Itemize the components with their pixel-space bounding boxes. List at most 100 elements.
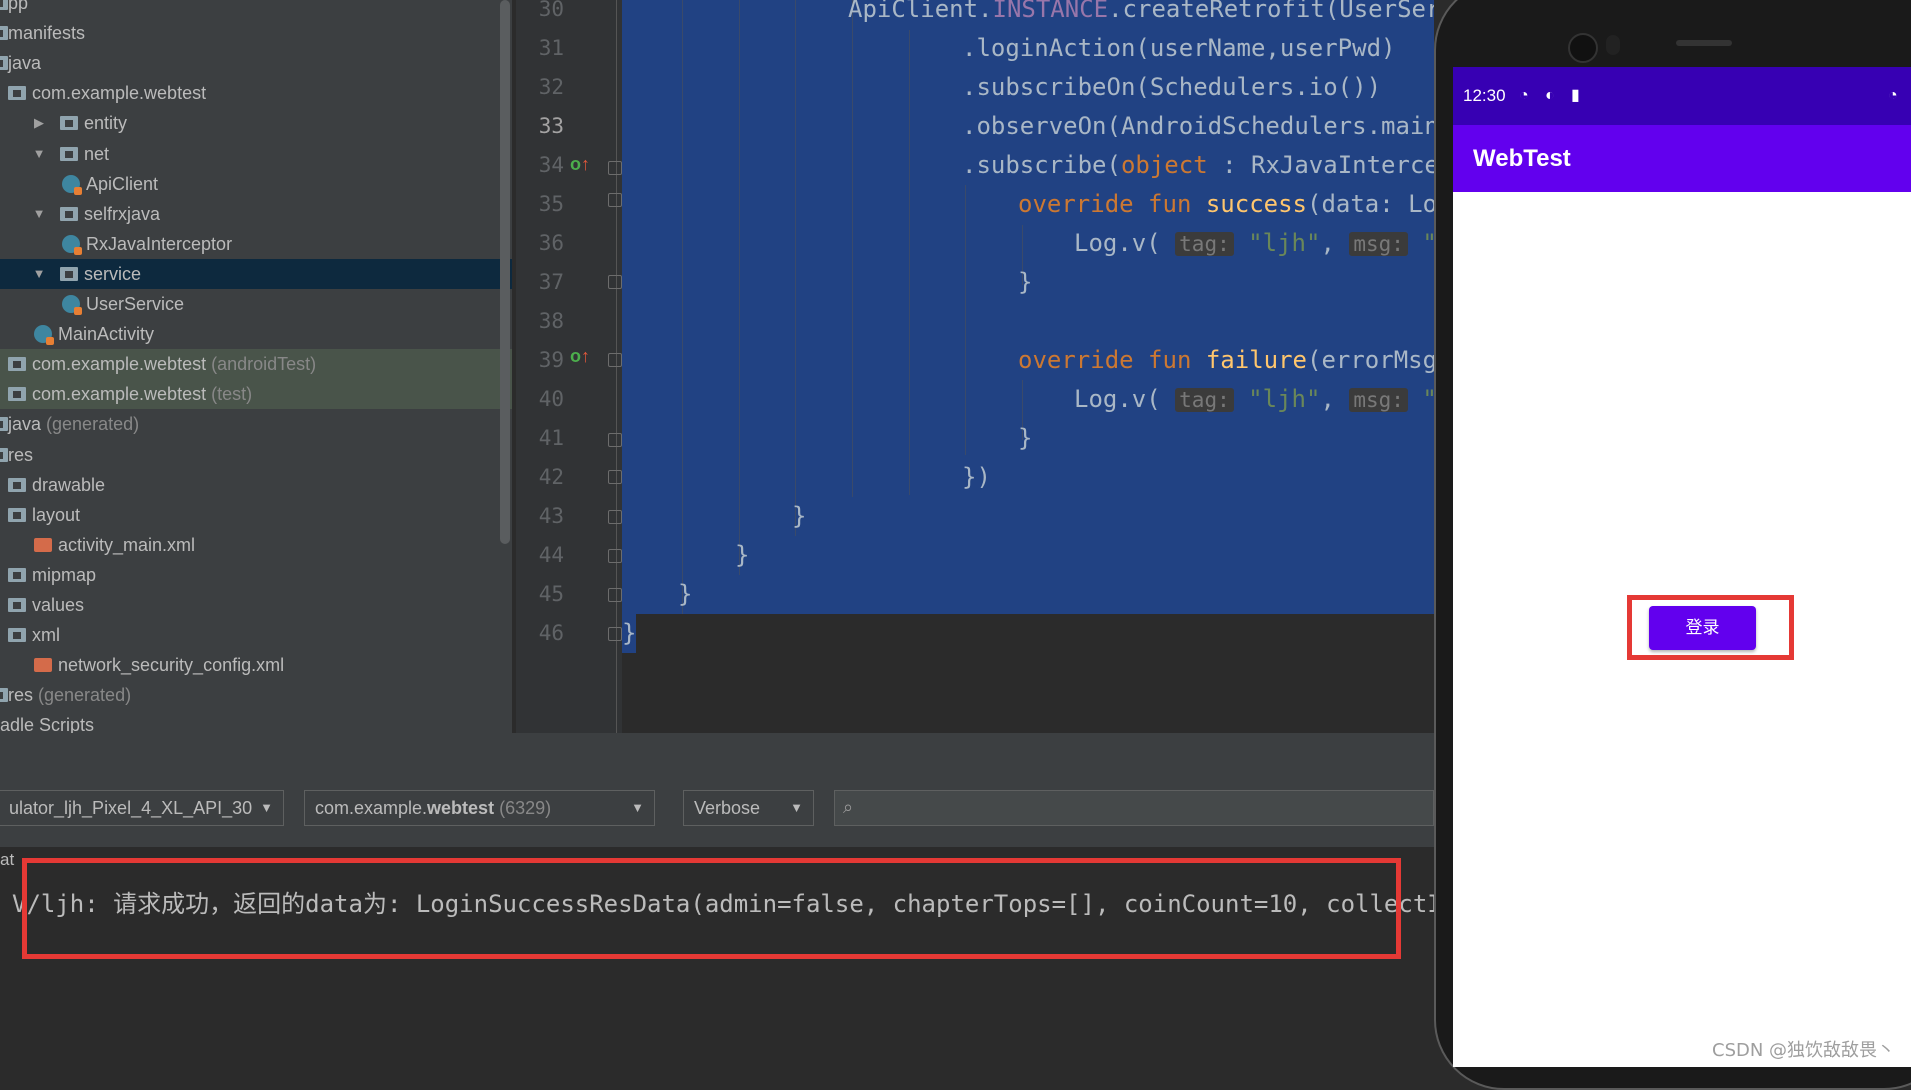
- tree-item[interactable]: java (generated): [0, 409, 512, 439]
- tree-item[interactable]: activity_main.xml: [0, 530, 512, 560]
- tree-scrollbar[interactable]: [500, 0, 510, 544]
- tree-item[interactable]: com.example.webtest (androidTest): [0, 349, 512, 380]
- override-marker-icon[interactable]: o↑: [570, 154, 590, 175]
- tree-item-text: network_security_config.xml: [58, 650, 284, 680]
- tree-item[interactable]: xml: [0, 620, 512, 650]
- code-line-45[interactable]: }: [678, 575, 692, 614]
- tree-item[interactable]: layout: [0, 500, 512, 530]
- line-number: 40: [538, 387, 564, 411]
- fold-marker-icon[interactable]: [608, 161, 622, 175]
- folder-icon: [60, 206, 78, 221]
- fold-marker-icon[interactable]: [608, 510, 622, 524]
- indent-guide: [739, 0, 740, 575]
- chevron-down-icon[interactable]: ▼: [32, 139, 46, 169]
- fold-marker-icon[interactable]: [608, 470, 622, 484]
- tree-item[interactable]: pp: [0, 0, 512, 18]
- tree-item[interactable]: MainActivity: [0, 319, 512, 349]
- tree-item[interactable]: com.example.webtest: [0, 78, 512, 108]
- log-level-dropdown[interactable]: Verbose ▼: [683, 790, 814, 826]
- code-line-43[interactable]: }: [792, 497, 806, 536]
- code-line-42[interactable]: }): [962, 458, 991, 497]
- tree-item[interactable]: values: [0, 590, 512, 620]
- code-line-31[interactable]: .loginAction(userName,userPwd): [962, 29, 1395, 68]
- tree-item-label: net: [84, 143, 110, 164]
- fold-marker-icon[interactable]: [608, 433, 622, 447]
- tree-item-label: layout: [32, 504, 81, 525]
- phone-screen[interactable]: 12:30 ◔ ◐ ▮ ◔ WebTest 登录: [1453, 67, 1911, 1067]
- chevron-down-icon[interactable]: ▼: [32, 199, 46, 229]
- chevron-down-icon[interactable]: ▼: [32, 259, 46, 289]
- indent-guide: [909, 30, 910, 495]
- tree-item-text: xml: [32, 620, 60, 650]
- tree-item[interactable]: ApiClient: [0, 169, 512, 199]
- code-line-33[interactable]: .observeOn(AndroidSchedulers.mainT: [962, 107, 1434, 146]
- fold-marker-icon[interactable]: [608, 275, 622, 289]
- folder-icon: [60, 266, 78, 281]
- status-time: 12:30: [1463, 86, 1506, 105]
- sensor-icon: [1606, 35, 1620, 55]
- tree-item-label: network_security_config.xml: [58, 655, 285, 676]
- device-dropdown[interactable]: ulator_ljh_Pixel_4_XL_API_30 ▼: [0, 790, 284, 826]
- tree-item[interactable]: res (generated): [0, 680, 512, 710]
- tree-item-label: entity: [84, 113, 128, 134]
- parameter-hint: tag:: [1175, 232, 1234, 256]
- tree-item[interactable]: mipmap: [0, 560, 512, 590]
- code-line-39[interactable]: override fun failure(errorMsg:: [1018, 341, 1434, 380]
- code-line-34[interactable]: .subscribe(object : RxJavaIntercep: [962, 146, 1434, 185]
- tree-item-text: net: [84, 139, 109, 169]
- fold-marker-icon[interactable]: [608, 588, 622, 602]
- code-line-46[interactable]: }: [622, 614, 636, 653]
- code-line-35[interactable]: override fun success(data: Log: [1018, 185, 1434, 224]
- folder-icon: [0, 417, 8, 432]
- project-tree-panel: pp manifests java com.example.webtest ▶ entit…: [0, 0, 512, 733]
- code-line-40[interactable]: Log.v( tag: "ljh", msg: "请求: [1074, 380, 1434, 419]
- folder-icon: [0, 447, 8, 462]
- code-line-41[interactable]: }: [1018, 419, 1032, 458]
- override-marker-icon[interactable]: o↑: [570, 346, 590, 367]
- indent-guide: [795, 0, 796, 536]
- line-number: 36: [538, 231, 564, 255]
- line-number: 43: [538, 504, 564, 528]
- tree-item[interactable]: manifests: [0, 18, 512, 48]
- tree-item-text: service: [84, 259, 141, 289]
- tree-item[interactable]: ▼ selfrxjava: [0, 199, 512, 229]
- process-dropdown[interactable]: com.example.webtest (6329) ▼: [304, 790, 655, 826]
- tree-item[interactable]: java: [0, 48, 512, 78]
- tree-item-label: RxJavaInterceptor: [86, 233, 233, 254]
- tree-item[interactable]: ▼ net: [0, 139, 512, 169]
- tree-item-label: manifests: [8, 23, 86, 44]
- logcat-search-input[interactable]: ⌕: [834, 790, 1434, 826]
- tree-item[interactable]: adle Scripts: [0, 710, 512, 733]
- tree-item-text: drawable: [32, 470, 105, 500]
- code-line-37[interactable]: }: [1018, 263, 1032, 302]
- watermark: CSDN @独饮敌敌畏丶: [1712, 1040, 1896, 1061]
- folder-icon: [60, 146, 78, 161]
- tree-item[interactable]: ▶ entity: [0, 108, 512, 138]
- tree-item[interactable]: RxJavaInterceptor: [0, 229, 512, 259]
- chevron-right-icon[interactable]: ▶: [32, 108, 46, 138]
- code-line-36[interactable]: Log.v( tag: "ljh", msg: "请求: [1074, 224, 1434, 263]
- logcat-tab[interactable]: at: [0, 850, 14, 870]
- code-line-30[interactable]: ApiClient.INSTANCE.createRetrofit(UserSe…: [848, 0, 1434, 29]
- fold-marker-icon[interactable]: [608, 627, 622, 641]
- tree-item-label: java: [8, 53, 42, 74]
- tree-item-text: entity: [84, 108, 127, 138]
- folder-icon: [8, 628, 26, 643]
- fold-marker-icon[interactable]: [608, 549, 622, 563]
- line-number: 39: [538, 348, 564, 372]
- tree-item[interactable]: UserService: [0, 289, 512, 319]
- tree-item[interactable]: res: [0, 440, 512, 470]
- fold-marker-icon[interactable]: [608, 353, 622, 367]
- fold-marker-icon[interactable]: [608, 193, 622, 207]
- tree-item[interactable]: network_security_config.xml: [0, 650, 512, 680]
- wifi-icon: ◔: [1519, 87, 1529, 104]
- tree-item[interactable]: drawable: [0, 470, 512, 500]
- parameter-hint: tag:: [1175, 388, 1234, 412]
- code-editor[interactable]: ApiClient.INSTANCE.createRetrofit(UserSe…: [622, 0, 1434, 733]
- code-line-32[interactable]: .subscribeOn(Schedulers.io()): [962, 68, 1381, 107]
- tree-item[interactable]: com.example.webtest (test): [0, 379, 512, 410]
- code-line-44[interactable]: }: [735, 536, 749, 575]
- folder-icon: [8, 567, 26, 582]
- tree-item[interactable]: ▼ service: [0, 258, 512, 289]
- tree-item-text: com.example.webtest (test): [32, 379, 252, 409]
